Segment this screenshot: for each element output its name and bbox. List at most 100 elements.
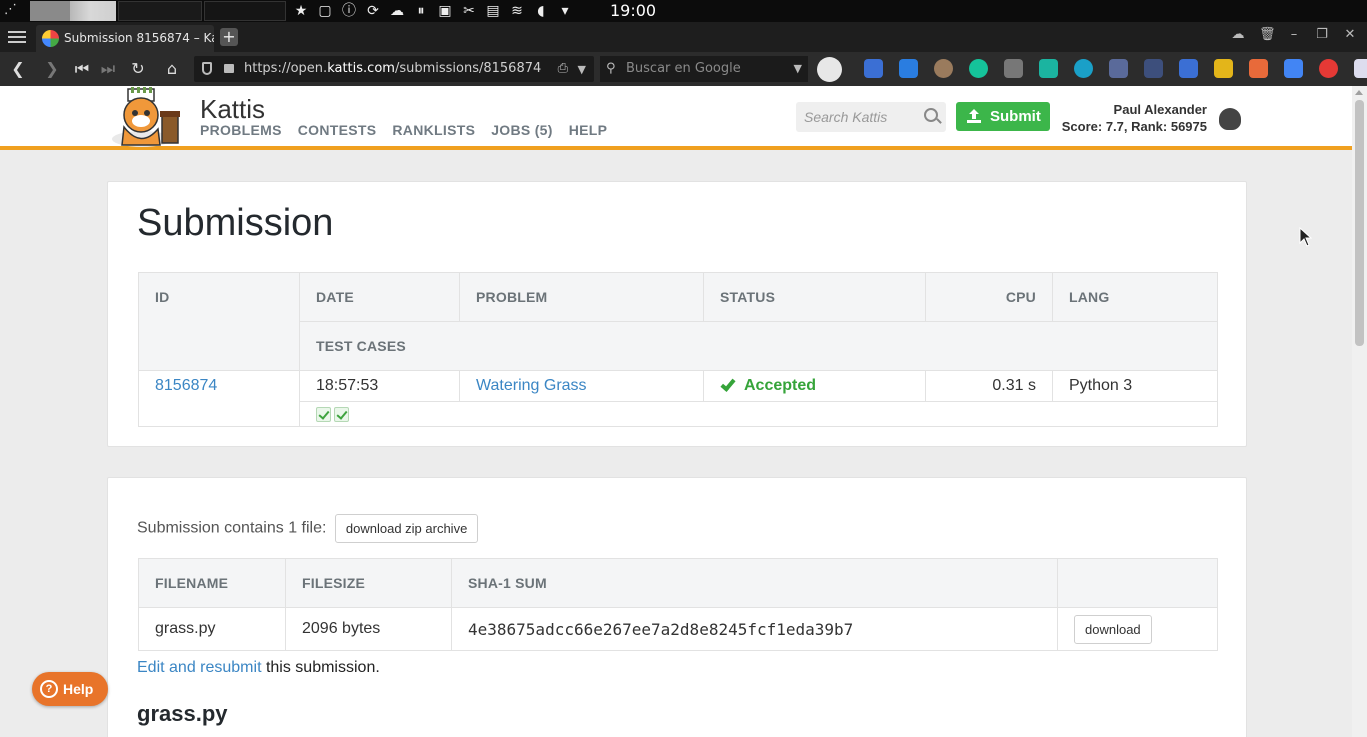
extensions-bar	[864, 59, 1367, 78]
site-search-placeholder: Search Kattis	[804, 109, 888, 125]
window-thumbnail[interactable]	[204, 1, 286, 21]
window-thumbnail[interactable]	[118, 1, 202, 21]
forward-button[interactable]: ❯	[42, 59, 62, 79]
column-header-sha1: SHA-1 SUM	[451, 558, 1058, 608]
owl-extension-icon[interactable]	[934, 59, 953, 78]
dropdown-icon[interactable]: ▾	[556, 2, 574, 20]
page-scrollbar[interactable]	[1352, 86, 1367, 737]
tags-extension-icon[interactable]	[1214, 59, 1233, 78]
url-dropdown-icon[interactable]: ▼	[578, 57, 586, 83]
cloud-icon[interactable]: ☁	[388, 2, 406, 20]
nav-ranklists[interactable]: RANKLISTS	[392, 122, 475, 138]
nav-problems[interactable]: PROBLEMS	[200, 122, 282, 138]
edit-resubmit-link[interactable]: Edit and resubmit	[137, 659, 262, 676]
screenshot-icon[interactable]: ▣	[436, 2, 454, 20]
dots-extension-icon[interactable]	[1144, 59, 1163, 78]
fast-forward-button[interactable]: ⏭	[98, 59, 118, 79]
user-info[interactable]: Paul Alexander Score: 7.7, Rank: 56975	[1050, 101, 1207, 135]
scrollbar-thumb[interactable]	[1355, 100, 1364, 346]
system-tray: ★ ▢ ⓘ ⟳ ☁ ⏸ ▣ ✂ ▤ ≋ ◖ ▾	[292, 1, 574, 21]
table-row: grass.py 2096 bytes 4e38675adcc66e267ee7…	[138, 607, 1218, 651]
user-avatar[interactable]	[1219, 108, 1241, 130]
test-case-passed-icon[interactable]	[316, 407, 331, 423]
kattis-logo-icon[interactable]	[108, 87, 188, 147]
page-title: Submission	[137, 202, 334, 244]
nav-jobs[interactable]: JOBS (5)	[491, 122, 553, 138]
profile-avatar[interactable]	[817, 57, 842, 82]
stamp-extension-icon[interactable]	[1004, 59, 1023, 78]
rewind-button[interactable]: ⏮	[72, 59, 92, 79]
browser-menu-icon[interactable]	[8, 28, 26, 44]
help-label: Help	[63, 681, 94, 697]
volume-icon[interactable]: ◖	[532, 2, 550, 20]
browser-tab-active[interactable]: Submission 8156874 – Katt	[36, 25, 214, 52]
submission-card: Submission ID DATE PROBLEM STATUS CPU LA…	[107, 181, 1247, 447]
pin-extension-icon[interactable]	[1319, 59, 1338, 78]
maximize-button[interactable]: ❐	[1315, 27, 1329, 42]
reload-button[interactable]: ↻	[128, 59, 148, 79]
download-extension-icon[interactable]	[899, 59, 918, 78]
bookmark-icon[interactable]: ⎙	[558, 62, 568, 76]
column-header-lang: LANG	[1052, 272, 1218, 322]
system-clock: 19:00	[610, 1, 657, 20]
column-header-id: ID	[138, 272, 300, 371]
app-launcher-icon[interactable]: ⋰	[4, 2, 22, 20]
window-thumbnail[interactable]	[30, 1, 116, 21]
test-case-passed-icon[interactable]	[334, 407, 349, 423]
scroll-up-arrow-icon[interactable]	[1355, 90, 1363, 95]
submission-id-link[interactable]: 8156874	[155, 377, 217, 394]
trash-icon[interactable]: 🗑	[1259, 27, 1276, 42]
submit-button[interactable]: Submit	[956, 102, 1050, 131]
submission-id-cell: 8156874	[138, 370, 300, 427]
files-summary-line: Submission contains 1 file: download zip…	[137, 514, 479, 543]
close-window-button[interactable]: ✕	[1343, 27, 1357, 42]
site-brand[interactable]: Kattis	[200, 94, 265, 125]
cloud-sync-icon[interactable]: ☁	[1231, 27, 1245, 42]
column-header-filename: FILENAME	[138, 558, 286, 608]
clipboard-icon[interactable]: ▤	[484, 2, 502, 20]
star-icon[interactable]: ★	[292, 2, 310, 20]
os-taskbar: ⋰ ★ ▢ ⓘ ⟳ ☁ ⏸ ▣ ✂ ▤ ≋ ◖ ▾ 19:00	[0, 0, 1367, 22]
column-header-cpu: CPU	[925, 272, 1053, 322]
ghost-extension-icon[interactable]	[1039, 59, 1058, 78]
wifi-icon[interactable]: ≋	[508, 2, 526, 20]
help-button[interactable]: ? Help	[32, 672, 108, 706]
translate-extension-icon[interactable]	[864, 59, 883, 78]
url-path: /submissions/8156874	[394, 61, 542, 76]
update-icon[interactable]: ⟳	[364, 2, 382, 20]
grammarly-extension-icon[interactable]	[969, 59, 988, 78]
calendar-extension-icon[interactable]	[1179, 59, 1198, 78]
site-search-input[interactable]: Search Kattis	[796, 102, 946, 132]
download-zip-button[interactable]: download zip archive	[334, 514, 479, 543]
search-icon: ⚲	[606, 61, 616, 76]
nav-contests[interactable]: CONTESTS	[298, 122, 377, 138]
upload-icon	[967, 109, 981, 123]
problem-link[interactable]: Watering Grass	[476, 377, 587, 394]
web-search-placeholder: Buscar en Google	[626, 61, 741, 76]
info-icon[interactable]: ⓘ	[340, 2, 358, 20]
sidebar-extension-icon[interactable]	[1354, 59, 1367, 78]
file-sha1: 4e38675adcc66e267ee7a2d8e8245fcf1eda39b7	[451, 607, 1058, 651]
color-extension-icon[interactable]	[1249, 59, 1268, 78]
lock-icon[interactable]	[224, 64, 234, 73]
search-icon[interactable]	[924, 108, 938, 122]
address-bar[interactable]: https://open.kattis.com/submissions/8156…	[194, 56, 594, 82]
pause-icon[interactable]: ⏸	[412, 2, 430, 20]
download-file-button[interactable]: download	[1074, 614, 1152, 644]
minimize-button[interactable]: –	[1287, 27, 1301, 42]
shield-icon[interactable]	[202, 62, 212, 75]
home-button[interactable]: ⌂	[162, 59, 182, 79]
files-summary: Submission contains 1 file:	[137, 519, 327, 537]
network-extension-icon[interactable]	[1109, 59, 1128, 78]
search-engine-dropdown-icon[interactable]: ▼	[794, 56, 802, 82]
new-tab-button[interactable]: +	[220, 28, 238, 46]
eye-extension-icon[interactable]	[1074, 59, 1093, 78]
nav-help[interactable]: HELP	[569, 122, 608, 138]
web-search-box[interactable]: ⚲ Buscar en Google ▼	[600, 56, 808, 82]
scissors-icon[interactable]: ✂	[460, 2, 478, 20]
submission-date: 18:57:53	[299, 370, 460, 402]
drive-extension-icon[interactable]	[1284, 59, 1303, 78]
back-button[interactable]: ❮	[8, 59, 28, 79]
files-card: Submission contains 1 file: download zip…	[107, 477, 1247, 737]
window-icon[interactable]: ▢	[316, 2, 334, 20]
